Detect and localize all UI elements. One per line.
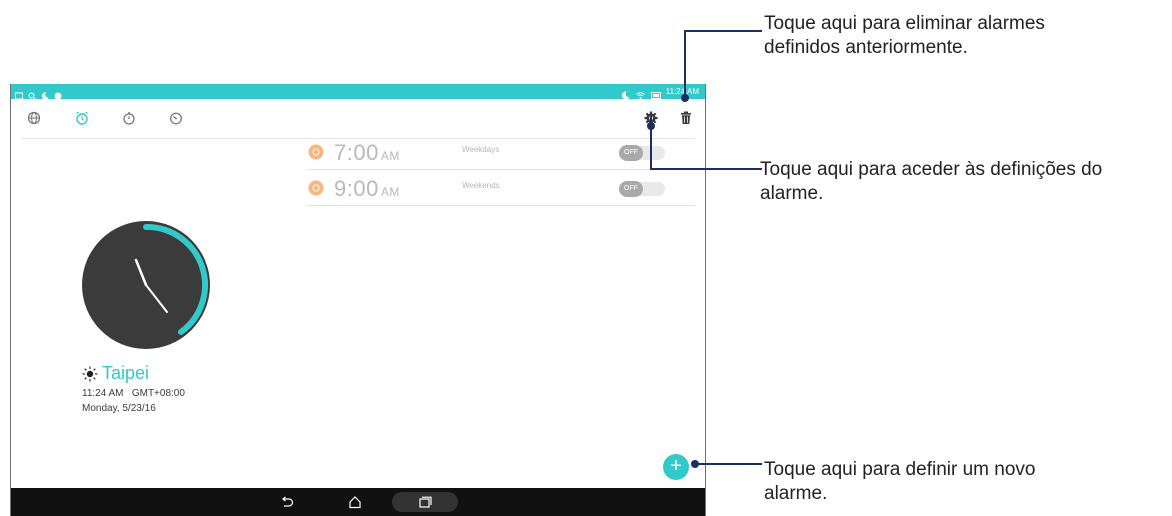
message-icon	[15, 87, 23, 100]
timer-icon	[170, 112, 182, 125]
leader-dot	[691, 460, 699, 468]
toggle-knob: OFF	[619, 181, 643, 197]
city-date: Monday, 5/23/16	[82, 403, 156, 414]
tab-stopwatch[interactable]	[120, 109, 138, 127]
search-icon	[28, 87, 36, 100]
leader-dot	[647, 122, 655, 130]
city-name: Taipei	[102, 363, 150, 383]
alarm-toggle[interactable]: OFF	[619, 181, 665, 197]
wifi-icon	[635, 87, 645, 99]
tab-bar	[11, 99, 705, 137]
app-icon	[54, 87, 62, 100]
globe-icon	[27, 111, 41, 125]
tab-timer[interactable]	[167, 109, 185, 127]
recent-apps-icon	[419, 496, 432, 508]
city-time: 11:24 AM GMT+08:00	[82, 388, 185, 399]
alarm-clock-icon	[76, 111, 88, 125]
recent-apps-button[interactable]	[392, 492, 458, 512]
leader-line	[684, 30, 762, 32]
toggle-knob: OFF	[619, 145, 643, 161]
notification-icons	[15, 85, 62, 100]
leader-line	[694, 463, 762, 465]
delete-button[interactable]	[677, 109, 695, 127]
tab-alarm[interactable]	[73, 109, 91, 127]
leader-line	[684, 30, 686, 98]
alarm-item[interactable]: 7:00 AM Weekdays OFF	[307, 135, 695, 170]
callout-settings: Toque aqui para aceder às definições do …	[760, 159, 1103, 204]
add-alarm-button[interactable]: +	[663, 454, 689, 480]
moon-icon	[621, 87, 630, 100]
leader-line	[650, 168, 762, 170]
clock-app-screen: 11:24 AM 7:00 AM Weekdays OFF 9:00 AM We…	[10, 84, 706, 516]
city-header: Taipei	[82, 363, 149, 384]
navigation-bar	[11, 488, 705, 516]
sun-icon	[308, 180, 324, 196]
sun-icon	[82, 366, 98, 381]
leader-dot	[681, 94, 689, 102]
alarm-toggle[interactable]: OFF	[619, 145, 665, 161]
battery-icon	[650, 87, 661, 99]
stopwatch-icon	[123, 112, 135, 125]
alarm-repeat-label: Weekdays	[462, 145, 500, 154]
back-icon[interactable]	[279, 494, 295, 510]
alarm-repeat-label: Weekends	[462, 181, 500, 190]
alarm-item[interactable]: 9:00 AM Weekends OFF	[307, 171, 695, 206]
trash-icon	[681, 111, 691, 124]
alarm-time: 7:00 AM	[334, 140, 400, 165]
sun-icon	[308, 144, 324, 160]
analog-clock	[82, 221, 210, 349]
status-bar: 11:24 AM	[11, 84, 705, 100]
tab-world-clock[interactable]	[25, 109, 43, 127]
alarm-time: 9:00 AM	[334, 176, 400, 201]
callout-add: Toque aqui para definir um novo alarme.	[764, 459, 1036, 504]
moon-icon	[41, 87, 49, 100]
home-icon[interactable]	[347, 494, 363, 510]
callout-delete: Toque aqui para eliminar alarmes definid…	[764, 13, 1045, 58]
